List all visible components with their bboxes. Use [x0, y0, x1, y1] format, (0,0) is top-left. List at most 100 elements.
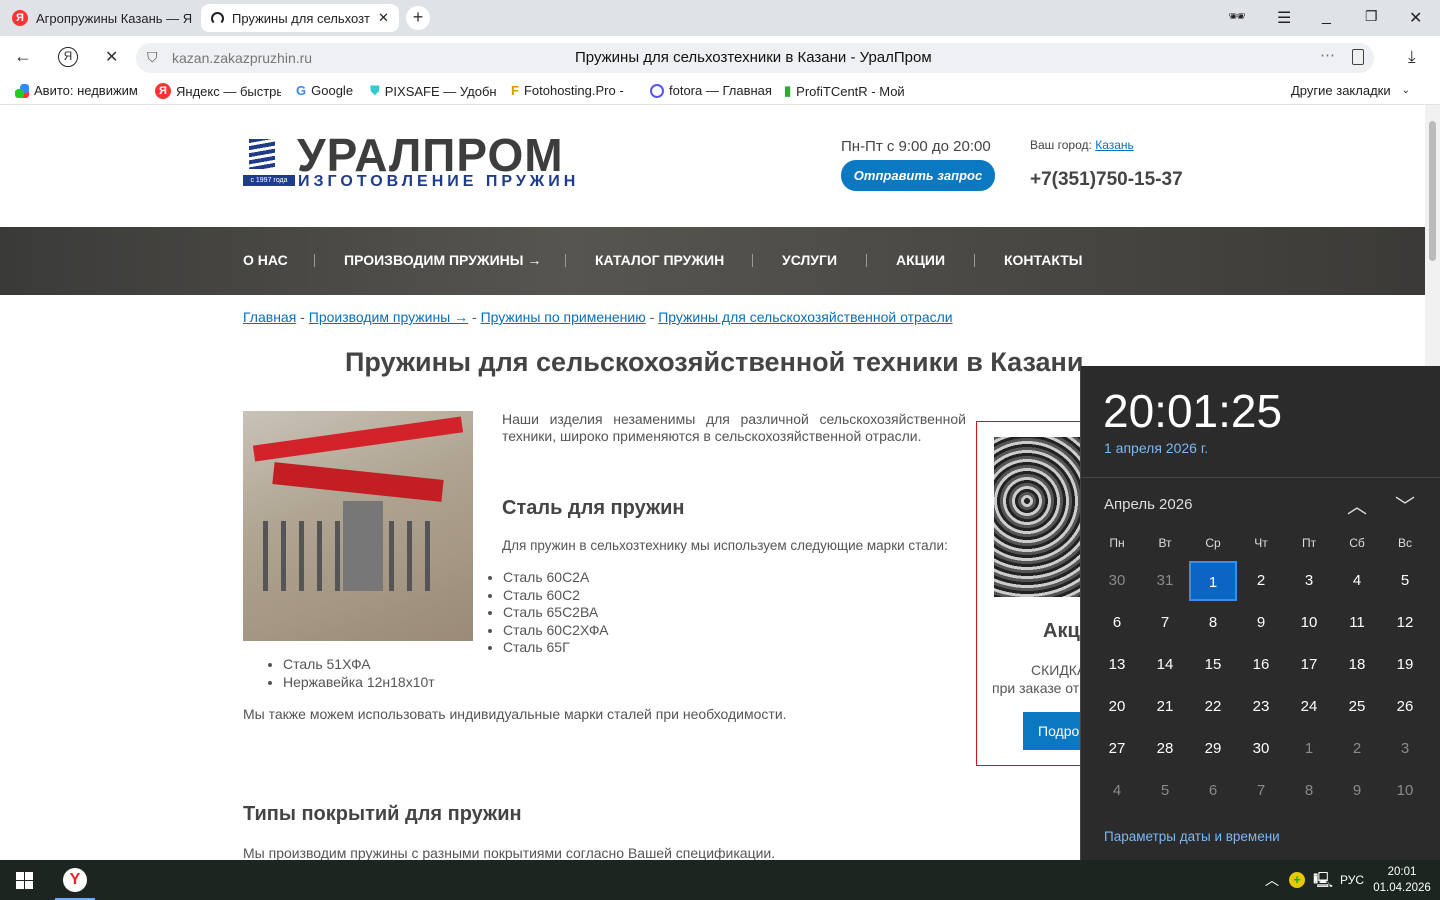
back-icon[interactable]: ←	[14, 46, 32, 67]
calendar-day[interactable]: 30	[1237, 729, 1285, 769]
work-hours: Пн-Пт с 9:00 до 20:00	[841, 138, 991, 155]
calendar-day[interactable]: 20	[1093, 687, 1141, 727]
yandex-icon: Я	[155, 83, 171, 99]
calendar-day[interactable]: 29	[1189, 729, 1237, 769]
calendar-day[interactable]: 9	[1333, 771, 1381, 811]
calendar-day[interactable]: 4	[1093, 771, 1141, 811]
phone-number[interactable]: +7(351)750-15-37	[1030, 169, 1183, 191]
taskbar-yandex-browser[interactable]: Y	[55, 860, 95, 900]
taskbar: Y ︿ + 🖳 РУС 20:01 01.04.2026	[0, 860, 1440, 900]
taskbar-clock[interactable]: 20:01 01.04.2026	[1372, 864, 1432, 896]
breadcrumb-agriculture[interactable]: Пружины для сельскохозяйственной отрасли	[658, 309, 952, 325]
breadcrumb-home[interactable]: Главная	[243, 309, 296, 325]
calendar-day[interactable]: 15	[1189, 645, 1237, 685]
calendar-day[interactable]: 24	[1285, 687, 1333, 727]
calendar-day[interactable]: 3	[1285, 561, 1333, 601]
calendar-day[interactable]: 10	[1381, 771, 1429, 811]
new-tab-button[interactable]: +	[406, 6, 430, 30]
send-request-button[interactable]: Отправить запрос	[841, 160, 995, 191]
calendar-day[interactable]: 6	[1189, 771, 1237, 811]
download-icon[interactable]: ⤓	[1408, 47, 1416, 67]
calendar-day[interactable]: 12	[1381, 603, 1429, 643]
incognito-glasses-icon[interactable]: 🕶	[1228, 8, 1246, 25]
bookmark-yandex[interactable]: Я Яндекс — быстры	[155, 83, 281, 99]
calendar-day[interactable]: 18	[1333, 645, 1381, 685]
restore-icon[interactable]: ❐	[1365, 8, 1378, 25]
calendar-day[interactable]: 27	[1093, 729, 1141, 769]
calendar-day[interactable]: 30	[1093, 561, 1141, 601]
shield-icon[interactable]: ⛉	[147, 49, 158, 66]
close-tab-icon[interactable]: ✕	[378, 10, 389, 26]
chevron-down-icon[interactable]: ﹀	[1395, 490, 1415, 519]
calendar-day[interactable]: 19	[1381, 645, 1429, 685]
bookmark-fotora[interactable]: fotora — Главная	[650, 83, 772, 98]
language-indicator[interactable]: РУС	[1340, 873, 1364, 887]
calendar-day[interactable]: 14	[1141, 645, 1189, 685]
calendar-day[interactable]: 3	[1381, 729, 1429, 769]
google-icon: G	[296, 83, 307, 98]
calendar-day[interactable]: 16	[1237, 645, 1285, 685]
windows-start-icon[interactable]	[16, 872, 33, 889]
more-icon[interactable]: ⋯	[1320, 46, 1335, 64]
clock-date-link[interactable]: 1 апреля 2026 г.	[1104, 440, 1208, 456]
breadcrumb-application[interactable]: Пружины по применению	[481, 309, 646, 325]
calendar-day[interactable]: 11	[1333, 603, 1381, 643]
calendar-day[interactable]: 26	[1381, 687, 1429, 727]
breadcrumb-production[interactable]: Производим пружины →	[309, 309, 468, 325]
bookmark-google[interactable]: G Google	[296, 83, 353, 98]
calendar-day[interactable]: 22	[1189, 687, 1237, 727]
nav-promotions[interactable]: АКЦИИ	[896, 252, 945, 268]
calendar-day[interactable]: 17	[1285, 645, 1333, 685]
nav-about[interactable]: О НАС	[243, 252, 288, 268]
bookmark-avito[interactable]: Авито: недвижим	[15, 83, 141, 98]
network-icon[interactable]: 🖳	[1313, 870, 1333, 895]
scrollbar-thumb[interactable]	[1429, 121, 1436, 261]
calendar-day[interactable]: 28	[1141, 729, 1189, 769]
calendar-day[interactable]: 7	[1141, 603, 1189, 643]
calendar-day[interactable]: 21	[1141, 687, 1189, 727]
nav-production[interactable]: ПРОИЗВОДИМ ПРУЖИНЫ →	[344, 252, 541, 268]
calendar-month[interactable]: Апрель 2026	[1104, 496, 1192, 513]
address-bar[interactable]: ⛉ kazan.zakazpruzhin.ru Пружины для сель…	[136, 43, 1374, 73]
calendar-day[interactable]: 6	[1093, 603, 1141, 643]
bookmark-pixsafe[interactable]: ⛊ PIXSAFE — Удобн	[370, 83, 496, 99]
calendar-day[interactable]: 10	[1285, 603, 1333, 643]
calendar-day[interactable]: 31	[1141, 561, 1189, 601]
minimize-icon[interactable]: _	[1322, 8, 1331, 26]
bookmark-icon[interactable]	[1352, 49, 1364, 65]
calendar-day[interactable]: 9	[1237, 603, 1285, 643]
stop-loading-icon[interactable]: ✕	[105, 47, 118, 67]
calendar-day[interactable]: 5	[1141, 771, 1189, 811]
calendar-day[interactable]: 8	[1189, 603, 1237, 643]
calendar-day[interactable]: 23	[1237, 687, 1285, 727]
date-time-settings-link[interactable]: Параметры даты и времени	[1104, 829, 1280, 844]
calendar-day[interactable]: 13	[1093, 645, 1141, 685]
tab-current[interactable]: Пружины для сельхозт ✕	[201, 4, 399, 32]
nav-catalog[interactable]: КАТАЛОГ ПРУЖИН	[595, 252, 724, 268]
nav-contacts[interactable]: КОНТАКТЫ	[1004, 252, 1082, 268]
chevron-up-icon[interactable]: ︿	[1347, 490, 1367, 519]
yandex-icon: Я	[12, 10, 28, 26]
yandex-home-icon[interactable]: Я	[58, 47, 78, 67]
calendar-day[interactable]: 4	[1333, 561, 1381, 601]
bookmark-profitcentr[interactable]: ▮ ProfiTCentR - Мой	[784, 83, 910, 99]
calendar-day[interactable]: 2	[1237, 561, 1285, 601]
other-bookmarks[interactable]: Другие закладки ⌄	[1291, 83, 1410, 98]
chevron-up-tray-icon[interactable]: ︿	[1265, 870, 1279, 890]
calendar-day[interactable]: 8	[1285, 771, 1333, 811]
tray-app-icon[interactable]: +	[1289, 872, 1305, 888]
calendar-day[interactable]: 7	[1237, 771, 1285, 811]
weekday-header: Сб	[1349, 536, 1365, 550]
calendar-day-today[interactable]: 1	[1189, 561, 1237, 601]
bookmark-fotohosting[interactable]: F Fotohosting.Pro -	[511, 83, 635, 98]
tab-agropruzhiny[interactable]: Я Агропружины Казань — Я	[2, 4, 198, 32]
nav-services[interactable]: УСЛУГИ	[782, 252, 837, 268]
calendar-day[interactable]: 2	[1333, 729, 1381, 769]
close-window-icon[interactable]: ✕	[1409, 8, 1422, 28]
calendar-day[interactable]: 5	[1381, 561, 1429, 601]
calendar-day[interactable]: 1	[1285, 729, 1333, 769]
calendar-day[interactable]: 25	[1333, 687, 1381, 727]
city-link[interactable]: Казань	[1095, 138, 1134, 152]
menu-icon[interactable]: ☰	[1277, 8, 1291, 28]
weekday-header: Ср	[1205, 536, 1221, 550]
